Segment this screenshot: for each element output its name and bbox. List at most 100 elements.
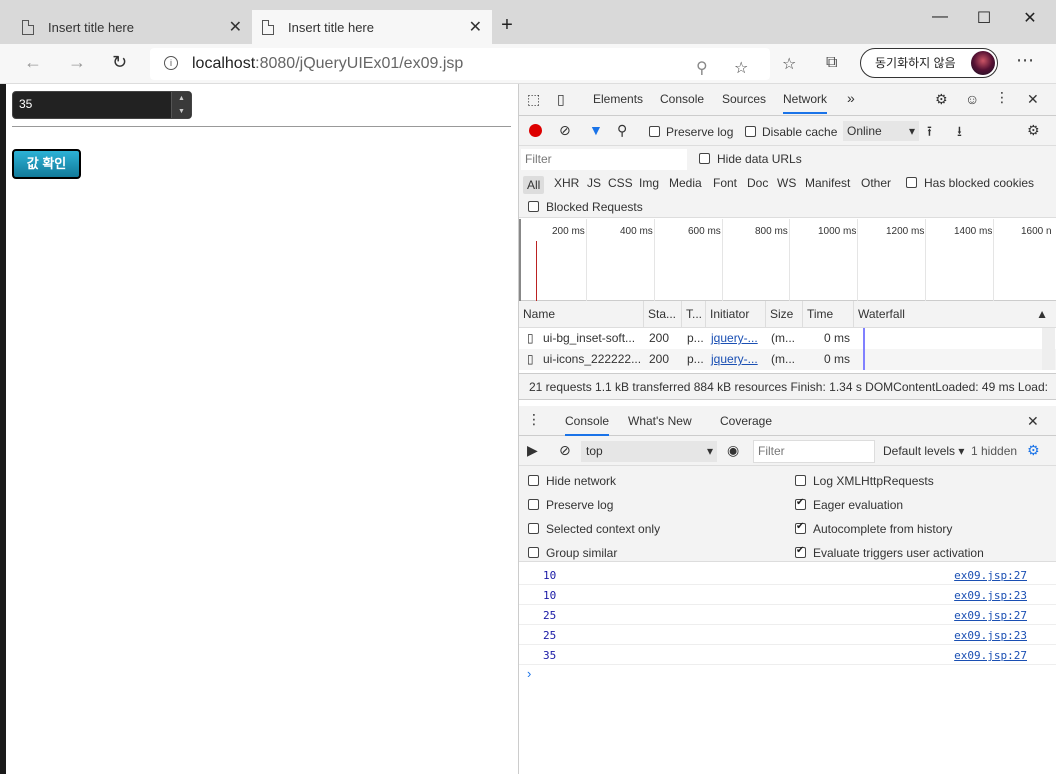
console-prompt-icon[interactable]: › — [527, 666, 531, 681]
sync-profile-button[interactable]: 동기화하지 않음 — [860, 48, 998, 78]
sidebar-toggle-icon[interactable]: ▶ — [527, 442, 538, 459]
blocked-cookies-checkbox[interactable] — [906, 177, 917, 188]
export-har-icon[interactable]: ⭳ — [957, 121, 962, 145]
favorite-star-icon[interactable]: ☆ — [734, 58, 748, 78]
network-filter-input[interactable]: Filter — [521, 149, 687, 170]
table-scrollbar[interactable] — [1042, 328, 1055, 370]
window-close-icon[interactable]: ✕ — [1020, 8, 1040, 28]
network-settings-icon[interactable]: ⚙ — [1027, 122, 1040, 139]
filter-type-js[interactable]: JS — [587, 176, 601, 190]
forward-icon[interactable]: → — [68, 52, 86, 73]
close-icon[interactable]: ✕ — [469, 17, 482, 37]
spinner-up-icon[interactable]: ▲ — [172, 92, 191, 105]
filter-type-css[interactable]: CSS — [608, 176, 633, 190]
devtools-close-icon[interactable]: ✕ — [1027, 91, 1039, 108]
col-header-type[interactable]: T... — [682, 301, 706, 328]
spinner-input[interactable]: 35 — [19, 97, 32, 111]
preserve-log-checkbox[interactable] — [649, 126, 660, 137]
back-icon[interactable]: ← — [24, 52, 42, 73]
live-expression-eye-icon[interactable]: ◉ — [727, 442, 739, 459]
cell-size: (m... — [771, 331, 795, 345]
filter-type-all[interactable]: All — [523, 176, 545, 194]
number-spinner[interactable]: 35 ▲ ▼ — [12, 91, 192, 119]
spinner-down-icon[interactable]: ▼ — [172, 105, 191, 118]
log-xhr-checkbox[interactable] — [795, 475, 806, 486]
zoom-icon[interactable]: ⚲ — [696, 58, 708, 78]
tab-network[interactable]: Network — [783, 92, 828, 114]
col-header-name[interactable]: Name — [519, 301, 644, 328]
preserve-log-checkbox[interactable] — [528, 499, 539, 510]
log-source-link[interactable]: ex09.jsp:27 — [954, 609, 1027, 622]
col-header-time[interactable]: Time — [803, 301, 854, 328]
filter-type-ws[interactable]: WS — [777, 176, 796, 190]
close-icon[interactable]: ✕ — [229, 17, 242, 37]
table-row[interactable]: ▯ ui-bg_inset-soft... 200 p... jquery-..… — [519, 328, 1056, 349]
info-icon[interactable]: i — [164, 56, 178, 70]
devtools-menu-icon[interactable]: ⋮ — [995, 89, 1009, 106]
col-header-status[interactable]: Sta... — [644, 301, 682, 328]
log-source-link[interactable]: ex09.jsp:27 — [954, 569, 1027, 582]
filter-type-xhr[interactable]: XHR — [554, 176, 579, 190]
search-icon[interactable]: ⚲ — [617, 122, 627, 139]
tab-console[interactable]: Console — [660, 92, 704, 106]
filter-type-doc[interactable]: Doc — [747, 176, 768, 190]
eager-evaluation-checkbox[interactable] — [795, 497, 806, 510]
log-levels-select[interactable]: Default levels ▾ — [883, 444, 964, 458]
record-icon[interactable] — [529, 124, 542, 137]
user-activation-checkbox[interactable] — [795, 545, 806, 558]
browser-tab-1[interactable]: Insert title here ✕ — [12, 10, 252, 44]
network-timeline[interactable]: 200 ms 400 ms 600 ms 800 ms 1000 ms 1200… — [519, 219, 1056, 301]
hide-data-urls-checkbox[interactable] — [699, 153, 710, 164]
disable-cache-checkbox[interactable] — [745, 126, 756, 137]
inspect-icon[interactable]: ⬚ — [527, 91, 540, 108]
hide-network-checkbox[interactable] — [528, 475, 539, 486]
drawer-tab-console[interactable]: Console — [565, 414, 610, 436]
console-settings-icon[interactable]: ⚙ — [1027, 442, 1040, 459]
minimize-icon[interactable]: — — [930, 8, 950, 26]
drawer-tab-coverage[interactable]: Coverage — [720, 414, 772, 428]
tab-elements[interactable]: Elements — [593, 92, 643, 106]
more-menu-icon[interactable]: ⋯ — [1016, 50, 1034, 71]
browser-tab-2[interactable]: Insert title here ✕ — [252, 10, 492, 44]
filter-type-media[interactable]: Media — [669, 176, 702, 190]
console-filter-input[interactable]: Filter — [753, 440, 875, 463]
drawer-tab-whats-new[interactable]: What's New — [628, 414, 692, 428]
url-field[interactable]: i localhost:8080/jQueryUIEx01/ex09.jsp ⚲… — [150, 48, 770, 80]
blocked-requests-checkbox[interactable] — [528, 201, 539, 212]
filter-type-img[interactable]: Img — [639, 176, 659, 190]
cell-initiator[interactable]: jquery-... — [707, 328, 765, 348]
clear-console-icon[interactable]: ⊘ — [559, 442, 571, 459]
more-tabs-icon[interactable]: » — [847, 90, 855, 106]
log-source-link[interactable]: ex09.jsp:23 — [954, 589, 1027, 602]
collections-icon[interactable]: ⧉ — [826, 54, 837, 72]
tab-sources[interactable]: Sources — [722, 92, 766, 106]
import-har-icon[interactable]: ⭱ — [927, 121, 932, 145]
filter-type-font[interactable]: Font — [713, 176, 737, 190]
filter-type-other[interactable]: Other — [861, 176, 891, 190]
favorites-icon[interactable]: ☆ — [782, 54, 796, 74]
filter-icon[interactable]: ▼ — [589, 122, 603, 138]
log-source-link[interactable]: ex09.jsp:23 — [954, 629, 1027, 642]
device-toolbar-icon[interactable]: ▯ — [557, 91, 565, 108]
cell-initiator[interactable]: jquery-... — [707, 349, 765, 369]
col-header-waterfall[interactable]: Waterfall ▲ — [854, 301, 1056, 328]
group-similar-checkbox[interactable] — [528, 547, 539, 558]
table-row[interactable]: ▯ ui-icons_222222... 200 p... jquery-...… — [519, 349, 1056, 370]
col-header-initiator[interactable]: Initiator — [706, 301, 766, 328]
filter-type-manifest[interactable]: Manifest — [805, 176, 850, 190]
settings-gear-icon[interactable]: ⚙ — [935, 91, 948, 108]
maximize-icon[interactable]: ☐ — [974, 8, 994, 28]
refresh-icon[interactable]: ↻ — [112, 52, 127, 73]
context-select[interactable]: top ▾ — [581, 441, 717, 462]
drawer-menu-icon[interactable]: ⋮ — [527, 411, 541, 428]
new-tab-icon[interactable]: + — [497, 14, 517, 37]
drawer-close-icon[interactable]: ✕ — [1027, 413, 1039, 430]
autocomplete-checkbox[interactable] — [795, 521, 806, 534]
check-value-button[interactable]: 값 확인 — [12, 149, 81, 179]
feedback-icon[interactable]: ☺ — [965, 91, 979, 107]
log-source-link[interactable]: ex09.jsp:27 — [954, 649, 1027, 662]
throttle-select[interactable]: Online ▾ — [843, 121, 919, 141]
clear-icon[interactable]: ⊘ — [559, 122, 571, 139]
selected-context-checkbox[interactable] — [528, 523, 539, 534]
col-header-size[interactable]: Size — [766, 301, 803, 328]
